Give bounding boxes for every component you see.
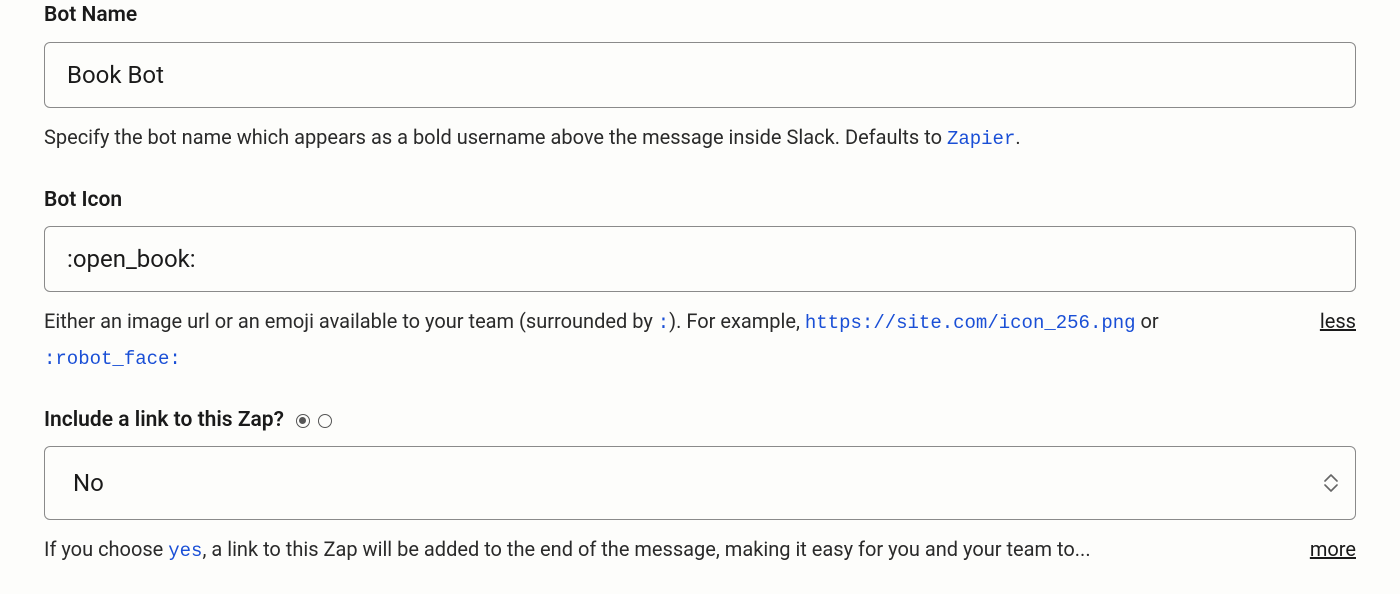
bot-icon-label: Bot Icon bbox=[44, 185, 1356, 217]
bot-name-input[interactable] bbox=[44, 42, 1356, 108]
bot-icon-field: Bot Icon Either an image url or an emoji… bbox=[44, 185, 1356, 375]
include-link-help-text: If you choose yes, a link to this Zap wi… bbox=[44, 532, 1286, 567]
more-toggle[interactable]: more bbox=[1310, 534, 1356, 564]
code-emoji-example: :robot_face: bbox=[44, 348, 181, 370]
code-url-example: https://site.com/icon_256.png bbox=[805, 312, 1136, 334]
bot-name-help-text: Specify the bot name which appears as a … bbox=[44, 120, 1356, 155]
include-link-radio-unselected[interactable] bbox=[318, 414, 332, 428]
bot-name-field: Bot Name Specify the bot name which appe… bbox=[44, 0, 1356, 155]
bot-icon-help-text: Either an image url or an emoji availabl… bbox=[44, 304, 1296, 375]
code-zapier: Zapier bbox=[947, 128, 1015, 150]
bot-name-label: Bot Name bbox=[44, 0, 1356, 32]
code-yes: yes bbox=[168, 540, 202, 562]
include-link-radio-selected[interactable] bbox=[296, 414, 310, 428]
include-link-field: Include a link to this Zap? No If you ch… bbox=[44, 405, 1356, 568]
include-link-radio-group bbox=[296, 414, 332, 428]
include-link-label: Include a link to this Zap? bbox=[44, 405, 1356, 437]
code-colon: : bbox=[658, 312, 669, 334]
include-link-value: No bbox=[44, 446, 1356, 520]
bot-icon-input[interactable] bbox=[44, 226, 1356, 292]
include-link-select[interactable]: No bbox=[44, 446, 1356, 520]
less-toggle[interactable]: less bbox=[1320, 306, 1356, 336]
